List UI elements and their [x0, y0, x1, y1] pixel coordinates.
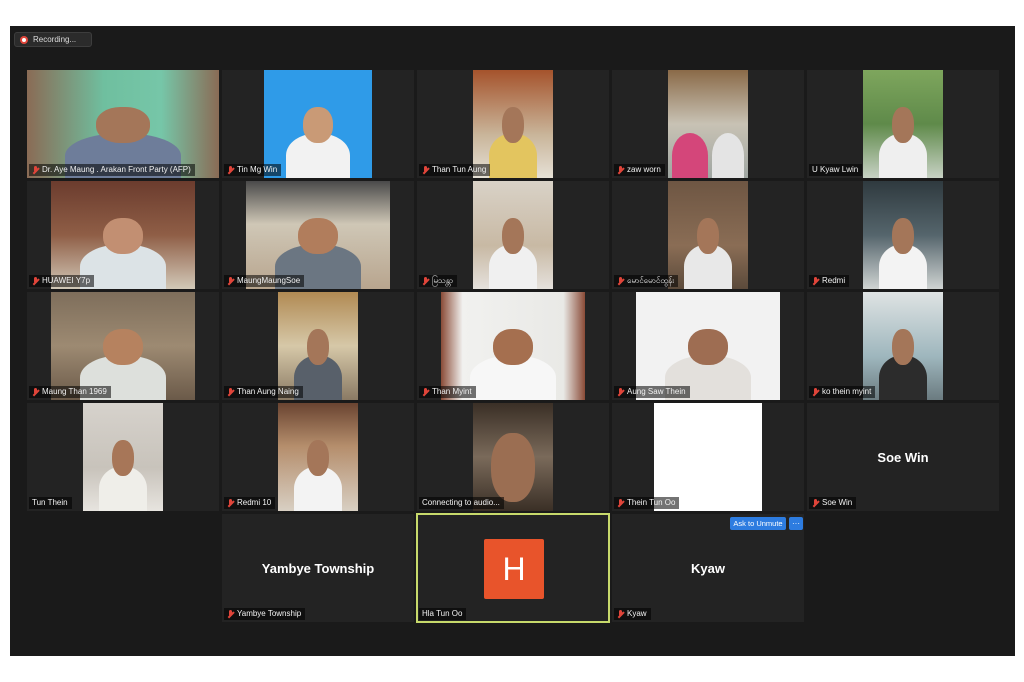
video-tile-1[interactable]: Dr. Aye Maung . Arakan Front Party (AFP)	[27, 70, 219, 178]
name-label: zaw worn	[614, 164, 665, 176]
name-label: MaungMaungSoe	[224, 275, 305, 287]
mic-muted-icon	[617, 165, 624, 175]
mic-muted-icon	[617, 498, 624, 508]
participant-video	[863, 181, 943, 289]
mic-muted-icon	[32, 387, 39, 397]
participant-video	[278, 292, 358, 400]
participant-video	[473, 70, 553, 178]
participant-video	[27, 70, 219, 178]
name-label: Soe Win	[809, 497, 857, 509]
video-tile-17[interactable]: Redmi 10	[222, 403, 414, 511]
participant-video	[51, 181, 195, 289]
name-label: ko thein myint	[809, 386, 876, 398]
participant-video	[473, 403, 553, 511]
video-tile-5[interactable]: U Kyaw Lwin	[807, 70, 999, 178]
name-label: Tin Mg Win	[224, 164, 282, 176]
video-tile-9[interactable]: မောင်မောင်ထွန်း	[612, 181, 804, 289]
mic-muted-icon	[422, 276, 429, 286]
mic-muted-icon	[812, 276, 819, 286]
video-tile-11[interactable]: Maung Than 1969	[27, 292, 219, 400]
name-label: Redmi 10	[224, 497, 276, 509]
name-label: Thein Tun Oo	[614, 497, 680, 509]
name-label: Redmi	[809, 275, 850, 287]
mic-muted-icon	[227, 387, 234, 397]
participant-video	[863, 292, 943, 400]
name-label: မြသန္တာ	[419, 275, 458, 287]
video-tile-active-speaker[interactable]: H Hla Tun Oo	[416, 513, 610, 623]
participant-video	[668, 181, 748, 289]
video-tile-19[interactable]: Thein Tun Oo	[612, 403, 804, 511]
video-tile-21[interactable]: Yambye Township Yambye Township	[222, 514, 414, 622]
video-tile-20[interactable]: Soe Win Soe Win	[807, 403, 999, 511]
recording-indicator[interactable]: Recording...	[14, 32, 92, 47]
participant-video	[441, 292, 585, 400]
participant-video	[264, 70, 372, 178]
video-tile-15[interactable]: ko thein myint	[807, 292, 999, 400]
mic-muted-icon	[617, 387, 624, 397]
name-label: U Kyaw Lwin	[809, 164, 863, 176]
video-tile-16[interactable]: Tun Thein	[27, 403, 219, 511]
video-tile-3[interactable]: Than Tun Aung	[417, 70, 609, 178]
participant-video	[668, 70, 748, 178]
mic-muted-icon	[32, 276, 39, 286]
name-label: Than Tun Aung	[419, 164, 491, 176]
participant-video	[51, 292, 195, 400]
participant-video	[863, 70, 943, 178]
mic-muted-icon	[812, 498, 819, 508]
name-label: Tun Thein	[29, 497, 72, 509]
video-tile-4[interactable]: zaw worn	[612, 70, 804, 178]
participant-video	[654, 403, 762, 511]
participant-video	[636, 292, 780, 400]
video-tile-7[interactable]: MaungMaungSoe	[222, 181, 414, 289]
name-label: Aung Saw Thein	[614, 386, 690, 398]
recording-label: Recording...	[33, 35, 77, 44]
mic-muted-icon	[227, 165, 234, 175]
name-label: မောင်မောင်ထွန်း	[614, 275, 679, 287]
ask-to-unmute-button[interactable]: Ask to Unmute	[730, 517, 786, 530]
participant-video	[278, 403, 358, 511]
record-icon	[20, 35, 28, 44]
name-label: Than Aung Naing	[224, 386, 303, 398]
mic-muted-icon	[422, 165, 429, 175]
video-tile-13[interactable]: Than Myint	[417, 292, 609, 400]
video-tile-14[interactable]: Aung Saw Thein	[612, 292, 804, 400]
participant-video	[246, 181, 390, 289]
participant-video	[473, 181, 553, 289]
name-label: Dr. Aye Maung . Arakan Front Party (AFP)	[29, 164, 195, 176]
video-tile-10[interactable]: Redmi	[807, 181, 999, 289]
video-tile-2[interactable]: Tin Mg Win	[222, 70, 414, 178]
avatar: H	[484, 539, 544, 599]
name-label: Maung Than 1969	[29, 386, 111, 398]
participant-display-name: Kyaw	[691, 560, 725, 576]
video-tile-8[interactable]: မြသန္တာ	[417, 181, 609, 289]
video-tile-18[interactable]: Connecting to audio...	[417, 403, 609, 511]
participant-video	[83, 403, 163, 511]
video-tile-12[interactable]: Than Aung Naing	[222, 292, 414, 400]
mic-muted-icon	[227, 276, 234, 286]
mic-muted-icon	[227, 498, 234, 508]
mic-muted-icon	[617, 609, 624, 619]
name-label: Kyaw	[614, 608, 651, 620]
more-options-button[interactable]: ···	[789, 517, 803, 530]
name-label: Hla Tun Oo	[419, 608, 467, 620]
mic-muted-icon	[812, 387, 819, 397]
participant-display-name: Soe Win	[877, 449, 929, 465]
participant-display-name: Yambye Township	[261, 560, 375, 576]
mic-muted-icon	[617, 276, 624, 286]
name-label: Yambye Township	[224, 608, 306, 620]
name-label: Than Myint	[419, 386, 476, 398]
video-tile-6[interactable]: HUAWEI Y7p	[27, 181, 219, 289]
name-label: Connecting to audio...	[419, 497, 504, 509]
mic-muted-icon	[227, 609, 234, 619]
mic-muted-icon	[422, 387, 429, 397]
name-label: HUAWEI Y7p	[29, 275, 95, 287]
mic-muted-icon	[32, 165, 39, 175]
video-tile-23[interactable]: Kyaw Kyaw	[612, 514, 804, 622]
